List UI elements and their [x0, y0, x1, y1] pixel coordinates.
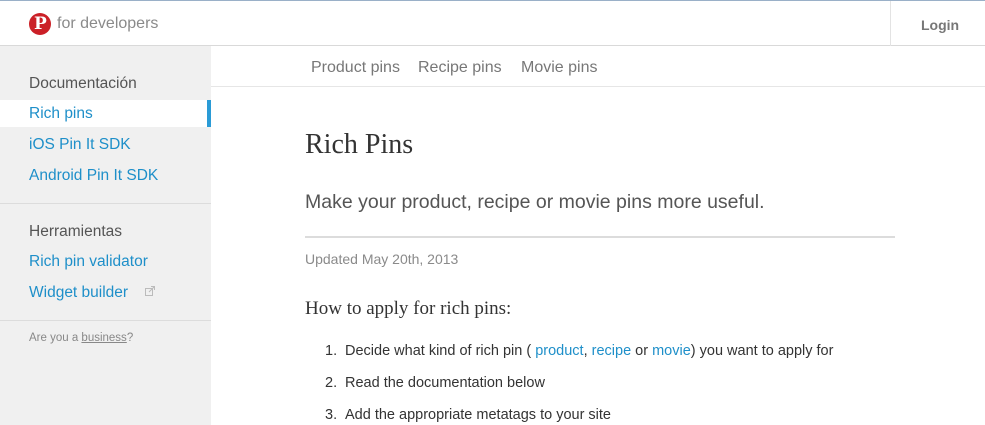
- step-text: Read the documentation below: [345, 375, 545, 391]
- login-divider: [890, 1, 891, 46]
- sidebar-item-widget-builder[interactable]: Widget builder: [29, 283, 128, 303]
- section-heading: How to apply for rich pins:: [305, 298, 512, 319]
- product-link[interactable]: product: [535, 343, 583, 359]
- sidebar-item-rich-pins[interactable]: Rich pins: [29, 104, 93, 124]
- step-number: 1.: [325, 343, 338, 359]
- sidebar-item-ios-sdk[interactable]: iOS Pin It SDK: [29, 135, 131, 155]
- sidebar: Documentación Rich pins iOS Pin It SDK A…: [0, 46, 211, 425]
- business-link[interactable]: business: [81, 332, 126, 344]
- sidebar-section-title-tools: Herramientas: [29, 223, 123, 240]
- sidebar-section-title-docs: Documentación: [29, 75, 137, 92]
- sidebar-item-rich-pin-validator[interactable]: Rich pin validator: [29, 252, 148, 272]
- page-subtitle: Make your product, recipe or movie pins …: [305, 191, 765, 213]
- tab-movie-pins[interactable]: Movie pins: [521, 58, 597, 78]
- recipe-link[interactable]: recipe: [592, 343, 632, 359]
- step-number: 3.: [325, 407, 338, 423]
- step-number: 2.: [325, 375, 338, 391]
- subnav-tabs: Product pins Recipe pins Movie pins: [211, 46, 985, 87]
- logo-letter: P: [34, 14, 47, 34]
- tab-recipe-pins[interactable]: Recipe pins: [418, 58, 502, 78]
- step-text: Add the appropriate metatags to your sit…: [345, 407, 611, 423]
- title-divider: [305, 236, 895, 238]
- business-prompt-suffix: ?: [126, 332, 134, 344]
- updated-date: Updated May 20th, 2013: [305, 251, 459, 267]
- pinterest-logo-icon[interactable]: P: [29, 13, 51, 35]
- tab-product-pins[interactable]: Product pins: [311, 58, 400, 78]
- list-item: 2. Read the documentation below: [325, 374, 545, 392]
- login-button[interactable]: Login: [921, 16, 959, 34]
- step-text: ) you want to apply for: [690, 343, 834, 359]
- sidebar-divider: [0, 203, 211, 204]
- brand-text[interactable]: for developers: [57, 14, 158, 34]
- sidebar-item-android-sdk[interactable]: Android Pin It SDK: [29, 166, 158, 186]
- list-item: 3. Add the appropriate metatags to your s…: [325, 406, 611, 424]
- step-text: Decide what kind of rich pin (: [345, 343, 536, 359]
- business-prompt: Are you a business?: [29, 331, 133, 345]
- external-link-icon: [145, 286, 155, 296]
- list-item: 1. Decide what kind of rich pin ( product…: [325, 342, 833, 360]
- step-separator: ,: [583, 343, 592, 359]
- step-separator: or: [631, 343, 653, 359]
- business-prompt-prefix: Are you a: [29, 332, 82, 344]
- active-indicator: [207, 100, 211, 127]
- movie-link[interactable]: movie: [652, 343, 691, 359]
- page-title: Rich Pins: [305, 129, 414, 160]
- top-bar: P for developers Login: [0, 0, 985, 46]
- sidebar-divider-2: [0, 320, 211, 321]
